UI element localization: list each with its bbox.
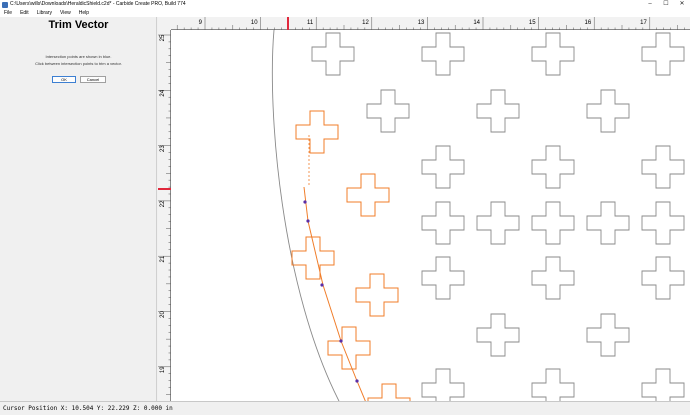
panel-instruction-line-2: Click between intersection points to tri…: [35, 61, 122, 66]
cancel-button[interactable]: Cancel: [80, 76, 106, 83]
vector-cross[interactable]: [531, 368, 575, 401]
intersection-point[interactable]: [303, 200, 307, 204]
vector-cross[interactable]: [421, 32, 465, 76]
vector-cross[interactable]: [641, 256, 685, 300]
ruler-x-label: 13: [418, 20, 425, 26]
panel-title: Trim Vector: [48, 19, 109, 31]
vertical-ruler[interactable]: 25 24 23 22 21 20 19: [158, 30, 171, 401]
menu-file[interactable]: File: [0, 9, 16, 17]
ruler-x-label: 16: [585, 20, 592, 26]
panel-instructions: Intersection points are shown in blue. C…: [0, 53, 157, 67]
ruler-x-label: 15: [529, 20, 536, 26]
window-title: C:\Users\wills\Downloads\HeraldicShield.…: [10, 1, 186, 7]
vector-cross[interactable]: [641, 201, 685, 245]
ruler-x-label: 11: [307, 20, 314, 26]
horizontal-ruler[interactable]: 9 10 11 12 13 14 15 16 17: [171, 17, 690, 30]
vector-cross[interactable]: [421, 201, 465, 245]
selected-vector-cross[interactable]: [346, 173, 390, 217]
maximize-button[interactable]: ☐: [658, 0, 674, 9]
ruler-corner: [158, 17, 171, 30]
trim-vector-path[interactable]: [303, 186, 367, 401]
ruler-y-label: 20: [160, 311, 166, 318]
vector-cross[interactable]: [531, 145, 575, 189]
selected-vector-cross[interactable]: [295, 110, 339, 154]
canvas-svg: [271, 30, 685, 401]
close-button[interactable]: ✕: [674, 0, 690, 9]
vector-cross[interactable]: [641, 368, 685, 401]
panel-instruction-line-1: Intersection points are shown in blue.: [45, 54, 112, 59]
vector-cross[interactable]: [586, 89, 630, 133]
menu-edit[interactable]: Edit: [16, 9, 33, 17]
vector-cross[interactable]: [421, 368, 465, 401]
cursor-y-marker: [158, 188, 171, 190]
intersection-point[interactable]: [306, 219, 310, 223]
design-canvas[interactable]: [171, 30, 690, 401]
vector-cross[interactable]: [531, 32, 575, 76]
selected-vector-cross[interactable]: [355, 273, 399, 317]
trim-vector-panel: Trim Vector Intersection points are show…: [0, 17, 157, 401]
ruler-x-label: 12: [362, 20, 369, 26]
cursor-x-marker: [287, 17, 289, 30]
vector-cross[interactable]: [476, 89, 520, 133]
ruler-y-label: 22: [160, 200, 166, 207]
menu-bar: File Edit Library View Help: [0, 9, 690, 17]
vector-cross[interactable]: [586, 201, 630, 245]
ok-button[interactable]: OK: [52, 76, 76, 83]
intersection-point[interactable]: [339, 339, 343, 343]
selected-vector-cross[interactable]: [327, 326, 371, 370]
shield-outline[interactable]: [271, 30, 341, 401]
intersection-point[interactable]: [320, 283, 324, 287]
vertical-ruler-svg: 25 24 23 22 21 20 19: [158, 34, 171, 395]
menu-library[interactable]: Library: [33, 9, 56, 17]
title-bar: C:\Users\wills\Downloads\HeraldicShield.…: [0, 0, 690, 9]
ruler-y-label: 21: [160, 255, 166, 262]
menu-help[interactable]: Help: [75, 9, 93, 17]
menu-view[interactable]: View: [56, 9, 75, 17]
ruler-y-label: 25: [160, 34, 166, 41]
ruler-y-label: 19: [160, 366, 166, 373]
ruler-y-label: 24: [160, 89, 166, 96]
vector-cross[interactable]: [641, 145, 685, 189]
ruler-x-label: 14: [473, 20, 480, 26]
vector-cross[interactable]: [586, 313, 630, 357]
vector-cross[interactable]: [366, 89, 410, 133]
horizontal-ruler-svg: 9 10 11 12 13 14 15 16 17: [171, 17, 690, 30]
vector-cross[interactable]: [531, 201, 575, 245]
vector-cross[interactable]: [421, 256, 465, 300]
selected-vector-cross[interactable]: [367, 383, 411, 401]
vector-cross[interactable]: [476, 313, 520, 357]
vector-cross[interactable]: [421, 145, 465, 189]
vector-cross[interactable]: [311, 32, 355, 76]
vector-cross[interactable]: [476, 201, 520, 245]
ruler-y-label: 23: [160, 145, 166, 152]
intersection-point[interactable]: [355, 379, 359, 383]
cursor-position: Cursor Position X: 10.504 Y: 22.229 Z: 0…: [3, 405, 173, 412]
ruler-x-label: 9: [199, 20, 203, 26]
status-bar: Cursor Position X: 10.504 Y: 22.229 Z: 0…: [0, 401, 690, 414]
vector-cross[interactable]: [531, 256, 575, 300]
ruler-x-label: 17: [640, 20, 647, 26]
vector-cross[interactable]: [641, 32, 685, 76]
ruler-x-label: 10: [251, 20, 258, 26]
minimize-button[interactable]: –: [642, 0, 658, 9]
app-icon: [2, 1, 8, 8]
